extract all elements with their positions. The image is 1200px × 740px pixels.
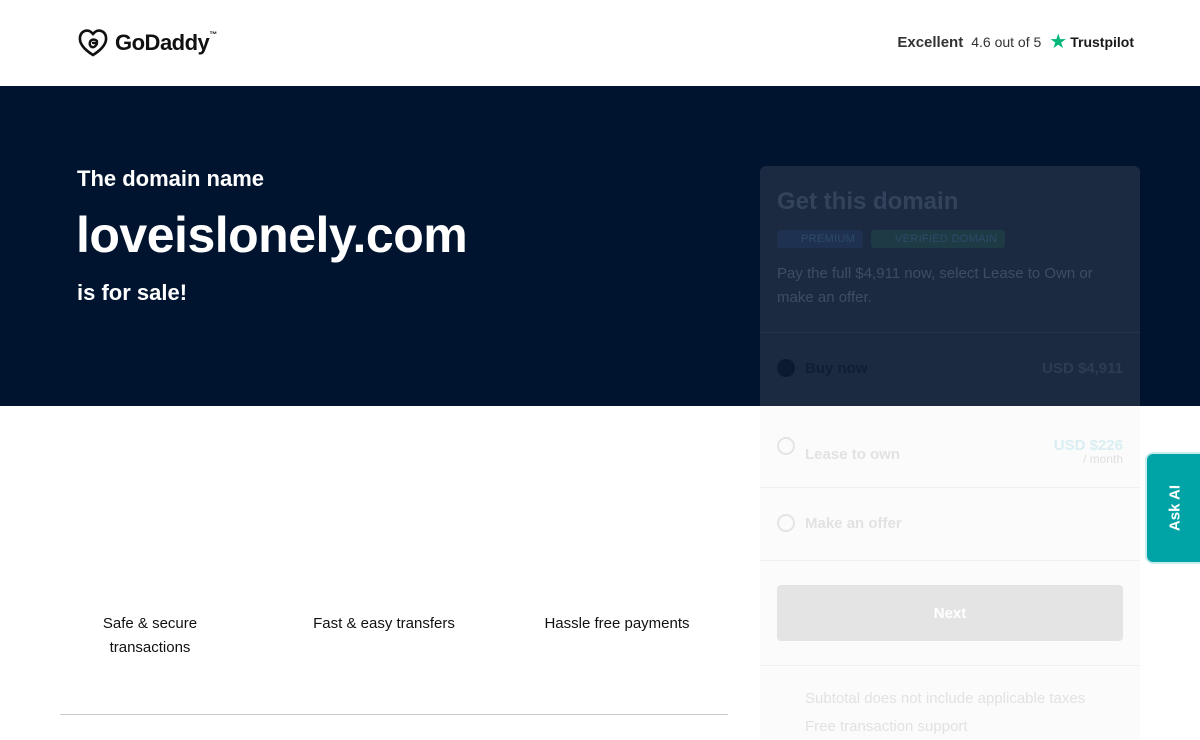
next-button[interactable]: Next [777,585,1123,641]
purchase-card: Get this domain PREMIUM VERIFIED DOMAIN … [760,166,1140,740]
lease-per-month: / month [1082,452,1123,466]
trust-rating-label: Excellent [897,33,964,51]
feature-hassle-free: Hassle free payments [544,615,690,632]
option-make-offer[interactable]: Make an offer [777,514,1123,532]
card-separator [760,332,1140,333]
option-separator [760,560,1140,561]
trustpilot-brand: ★ Trustpilot [1049,31,1134,53]
star-icon: ★ [1049,31,1068,53]
option-buy-now[interactable]: Buy now USD $4,911 [777,359,1123,377]
make-offer-radio[interactable] [777,514,795,532]
badges: PREMIUM VERIFIED DOMAIN [777,230,1006,248]
subtotal-note: Subtotal does not include applicable tax… [805,690,1086,707]
buy-now-radio[interactable] [777,359,795,377]
option-lease-to-own[interactable]: Lease to own USD $226 [777,428,1123,463]
trust-score: 4.6 out of 5 [971,34,1042,50]
card-title: Get this domain [777,188,959,215]
option-separator [760,487,1140,488]
premium-badge: PREMIUM [777,230,864,248]
logo-text: GoDaddy™ [115,30,217,55]
make-offer-label: Make an offer [805,514,902,532]
support-note: Free transaction support [805,718,968,735]
trustpilot-rating[interactable]: Excellent 4.6 out of 5 ★ Trustpilot [897,32,1134,52]
card-description: Pay the full $4,911 now, select Lease to… [777,265,1093,306]
section-divider [60,714,728,715]
site-header: GoDaddy™ Excellent 4.6 out of 5 ★ Trustp… [0,0,1200,86]
card-header-area: Get this domain PREMIUM VERIFIED DOMAIN … [760,166,1140,406]
option-separator [760,665,1140,666]
hero-pre-text: The domain name [77,166,265,191]
lease-to-own-label: Lease to own [805,446,901,463]
buy-now-price: USD $4,911 [1042,359,1123,377]
hero-post-text: is for sale! [77,280,188,305]
domain-name: loveislonely.com [76,207,468,263]
verified-domain-badge: VERIFIED DOMAIN [871,230,1006,248]
godaddy-logo-icon [78,29,108,57]
lease-to-own-radio[interactable] [777,436,795,455]
godaddy-logo[interactable]: GoDaddy™ [77,28,217,58]
feature-safe-secure: Safe & secure transactions [102,615,198,656]
ask-ai-label: Ask AI [1166,484,1184,532]
ask-ai-button[interactable]: Ask AI [1145,452,1200,564]
buy-now-label: Buy now [805,359,868,377]
feature-fast-transfers: Fast & easy transfers [313,615,455,632]
